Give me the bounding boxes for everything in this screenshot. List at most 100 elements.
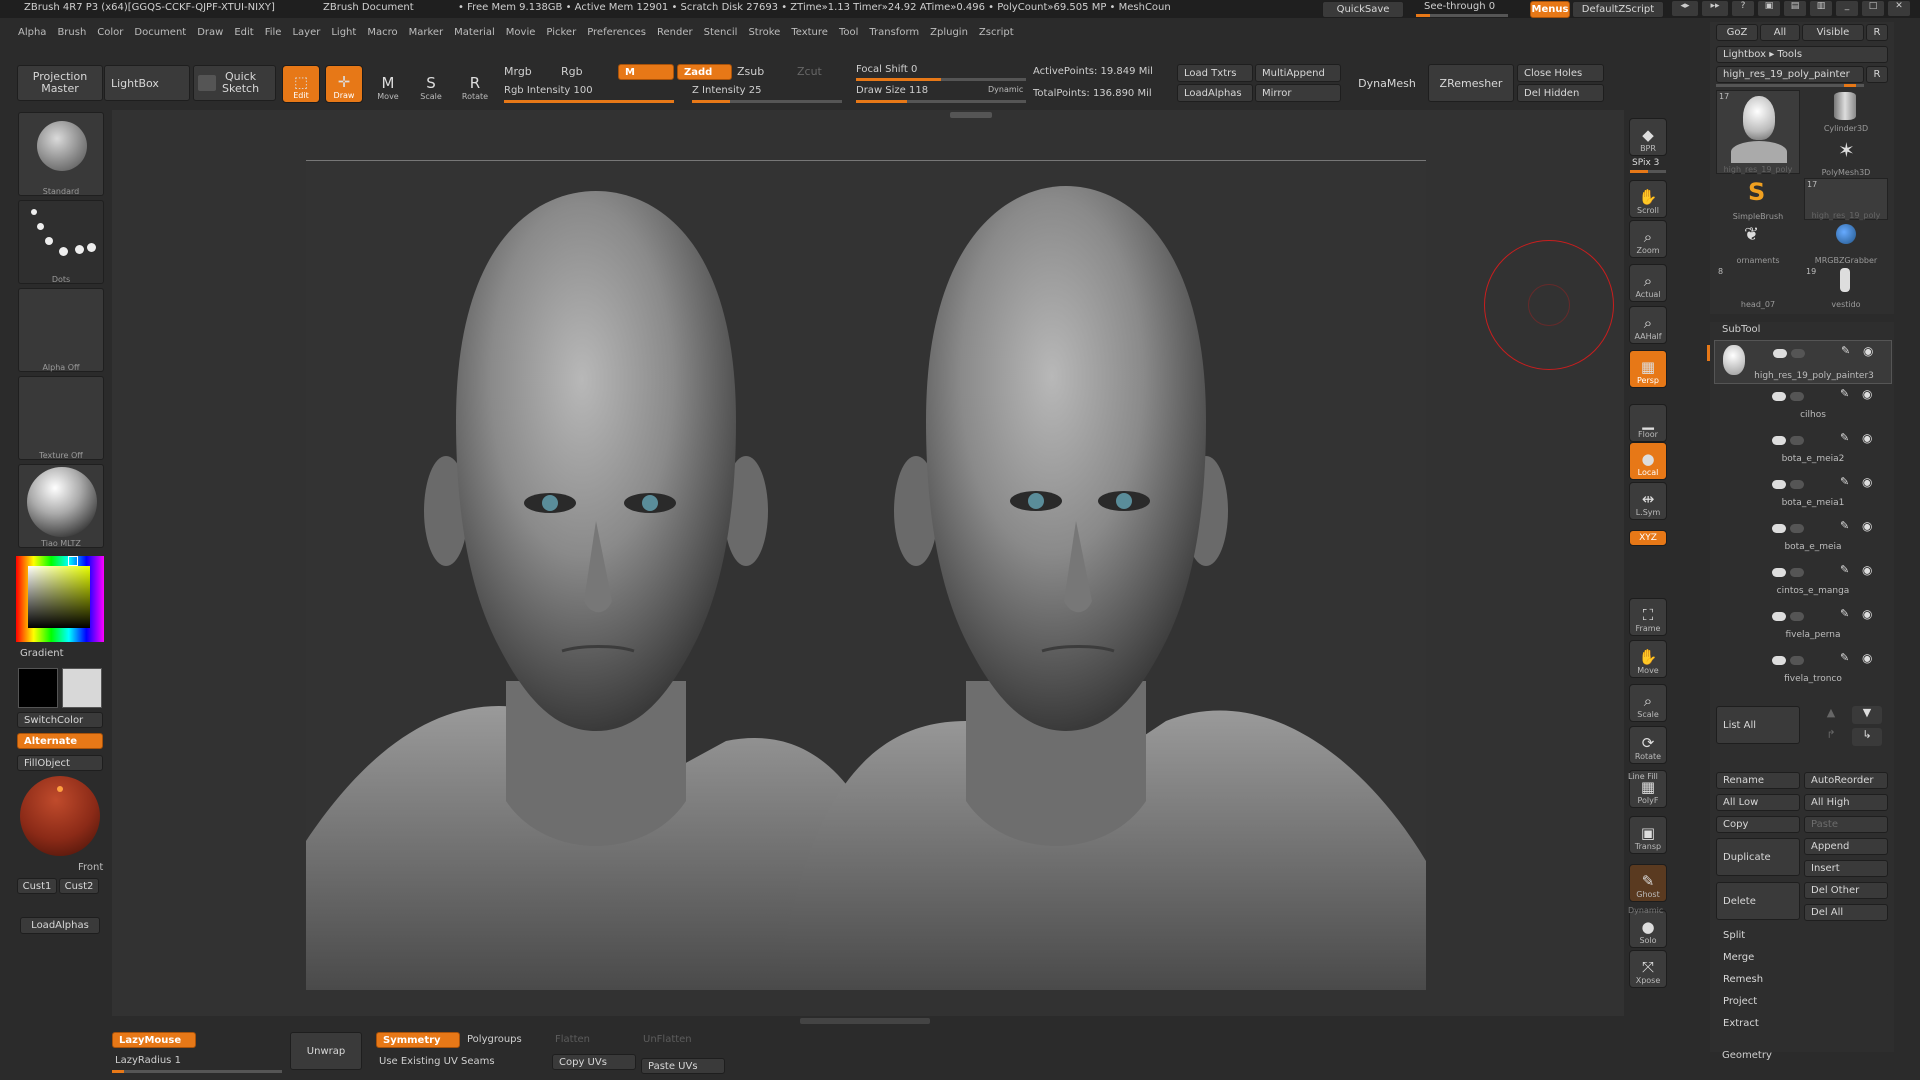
bottom-shelf-handle[interactable] [800, 1018, 930, 1024]
default-zscript-button[interactable]: DefaultZScript [1572, 1, 1664, 18]
focal-shift-track[interactable] [856, 78, 1026, 81]
rgb-intensity-slider[interactable]: Rgb Intensity 100 [504, 85, 593, 96]
transp-button[interactable]: ▣ Transp [1629, 816, 1667, 854]
move-button[interactable]: M Move [369, 65, 407, 103]
z-intensity-track[interactable] [692, 100, 842, 103]
subtool-visibility-toggle[interactable] [1773, 349, 1787, 358]
subtool-polypaint-toggle[interactable] [1791, 349, 1805, 358]
menu-texture[interactable]: Texture [791, 27, 828, 38]
stroke-thumbnail[interactable]: Dots [18, 200, 104, 284]
multiappend-button[interactable]: MultiAppend [1255, 64, 1341, 82]
see-through-slider[interactable]: See-through 0 [1424, 1, 1495, 12]
menu-alpha[interactable]: Alpha [18, 27, 46, 38]
subtool-polypaint-toggle[interactable] [1790, 480, 1804, 489]
menu-layer[interactable]: Layer [292, 27, 320, 38]
local-button[interactable]: ● Local [1629, 442, 1667, 480]
remesh-button[interactable]: Remesh [1716, 971, 1888, 988]
menu-macro[interactable]: Macro [367, 27, 397, 38]
alpha-thumbnail[interactable]: Alpha Off [18, 288, 104, 372]
draw-size-track[interactable] [856, 100, 1026, 103]
autoreorder-button[interactable]: AutoReorder [1804, 772, 1888, 789]
menu-movie[interactable]: Movie [506, 27, 536, 38]
subtool-item[interactable]: ✎ ◉ cilhos [1714, 384, 1892, 428]
zcut-button[interactable]: Zcut [797, 65, 822, 78]
tool-thumb-vestido[interactable]: 19 vestido [1804, 266, 1888, 309]
mirror-button[interactable]: Mirror [1255, 84, 1341, 102]
front-button[interactable]: Front [78, 862, 103, 873]
tool-thumb-cylinder[interactable]: Cylinder3D [1804, 90, 1888, 133]
menu-color[interactable]: Color [97, 27, 123, 38]
lightbox-button[interactable]: LightBox [104, 65, 190, 101]
current-tool-track[interactable] [1716, 84, 1864, 87]
lazyradius-track[interactable] [112, 1070, 282, 1073]
subtool-edit-icon[interactable]: ✎ [1840, 563, 1849, 576]
menu-tool[interactable]: Tool [839, 27, 858, 38]
r2-button[interactable]: R [1866, 66, 1888, 83]
insert-button[interactable]: Insert [1804, 860, 1888, 877]
subtool-item[interactable]: ✎ ◉ cintos_e_manga [1714, 560, 1892, 604]
z-intensity-slider[interactable]: Z Intensity 25 [692, 85, 761, 96]
subtool-visibility-toggle[interactable] [1772, 480, 1786, 489]
move-top-icon[interactable]: ↱ [1816, 728, 1846, 746]
subtool-item[interactable]: ✎ ◉ high_res_19_poly_painter3 [1707, 340, 1892, 384]
append-button[interactable]: Append [1804, 838, 1888, 855]
tool-thumb-head[interactable]: 17 high_res_19_poly [1716, 90, 1800, 174]
tool-thumb-highres[interactable]: 17 high_res_19_poly [1804, 178, 1888, 220]
move-bottom-icon[interactable]: ↳ [1852, 728, 1882, 746]
zsub-button[interactable]: Zsub [737, 65, 764, 78]
light-position-dot[interactable] [57, 786, 63, 792]
zremesher-button[interactable]: ZRemesher [1428, 64, 1514, 102]
eye-icon[interactable]: ◉ [1862, 563, 1872, 577]
load-textures-button[interactable]: Load Txtrs [1177, 64, 1253, 82]
floor-button[interactable]: ▁ Floor [1629, 404, 1667, 442]
subtool-item[interactable]: ✎ ◉ bota_e_meia [1714, 516, 1892, 560]
visible-button[interactable]: Visible [1802, 24, 1864, 41]
cust2-button[interactable]: Cust2 [59, 878, 99, 894]
menu-marker[interactable]: Marker [409, 27, 444, 38]
subtool-visibility-toggle[interactable] [1772, 612, 1786, 621]
move-down-icon[interactable]: ▼ [1852, 706, 1882, 724]
all-button[interactable]: All [1760, 24, 1800, 41]
texture-thumbnail[interactable]: Texture Off [18, 376, 104, 460]
del-all-button[interactable]: Del All [1804, 904, 1888, 921]
draw-button[interactable]: ✛ Draw [325, 65, 363, 103]
lsym-button[interactable]: ⇹ L.Sym [1629, 482, 1667, 520]
xyz-button[interactable]: XYZ [1629, 530, 1667, 546]
subtool-polypaint-toggle[interactable] [1790, 436, 1804, 445]
menu-stencil[interactable]: Stencil [704, 27, 738, 38]
color-picker-square[interactable] [28, 566, 90, 628]
spix-slider[interactable]: SPix 3 [1632, 158, 1659, 168]
menu-document[interactable]: Document [134, 27, 186, 38]
quicksave-button[interactable]: QuickSave [1322, 1, 1404, 18]
all-low-button[interactable]: All Low [1716, 794, 1800, 811]
move-up-icon[interactable]: ▲ [1816, 706, 1846, 724]
quick-sketch-button[interactable]: Quick Sketch [193, 65, 276, 101]
menus-button[interactable]: Menus [1530, 1, 1570, 18]
menu-edit[interactable]: Edit [234, 27, 253, 38]
tool-thumb-polymesh[interactable]: ✶ PolyMesh3D [1804, 134, 1888, 177]
frame-button[interactable]: ⛶ Frame [1629, 598, 1667, 636]
menu-preferences[interactable]: Preferences [587, 27, 646, 38]
persp-button[interactable]: ▦ Persp [1629, 350, 1667, 388]
bpr-button[interactable]: ◆ BPR [1629, 118, 1667, 156]
tool-thumb-head07[interactable]: 8 head_07 [1716, 266, 1800, 309]
mrgb-button[interactable]: Mrgb [504, 65, 532, 78]
focal-shift-slider[interactable]: Focal Shift 0 [856, 64, 917, 75]
menu-draw[interactable]: Draw [197, 27, 223, 38]
head-model-right[interactable] [776, 186, 1426, 990]
alternate-button[interactable]: Alternate [17, 733, 103, 749]
subtool-edit-icon[interactable]: ✎ [1840, 651, 1849, 664]
main-color-swatch[interactable] [18, 668, 58, 708]
maximize-icon[interactable]: □ [1862, 1, 1884, 16]
aahalf-button[interactable]: ⌕ AAHalf [1629, 306, 1667, 344]
rename-button[interactable]: Rename [1716, 772, 1800, 789]
panel-icon-1[interactable]: ▣ [1758, 1, 1780, 16]
scroll-button[interactable]: ✋ Scroll [1629, 180, 1667, 218]
lock-icon[interactable]: ▥ [1810, 1, 1832, 16]
duplicate-button[interactable]: Duplicate [1716, 838, 1800, 876]
brush-thumbnail[interactable]: Standard [18, 112, 104, 196]
extract-button[interactable]: Extract [1716, 1015, 1888, 1032]
eye-icon[interactable]: ◉ [1862, 387, 1872, 401]
tool-thumb-simplebrush[interactable]: S SimpleBrush [1716, 178, 1800, 221]
merge-button[interactable]: Merge [1716, 949, 1888, 966]
